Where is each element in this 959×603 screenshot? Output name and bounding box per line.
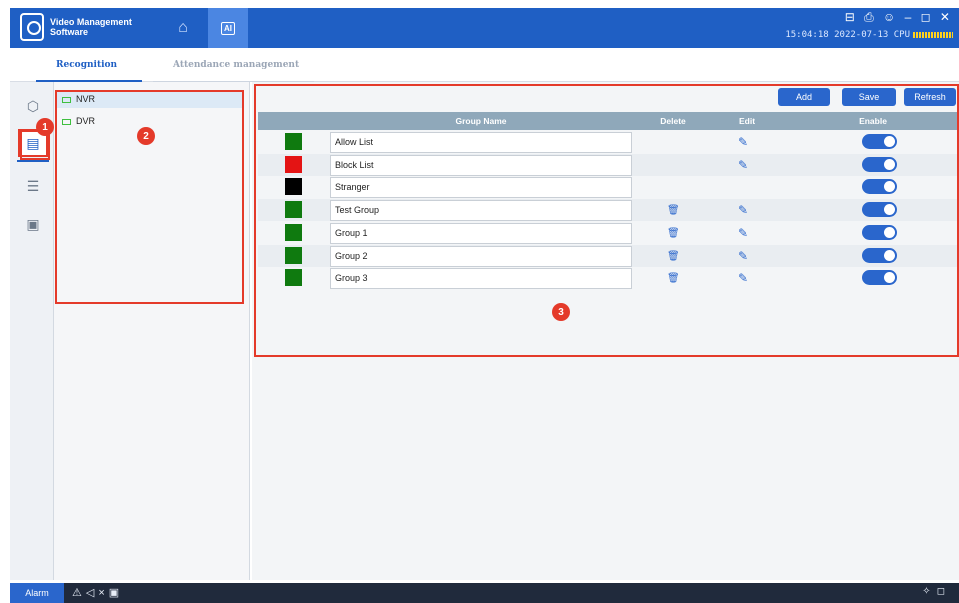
list-icon[interactable]: ☰ [18,172,48,200]
group-name-cell: Group 2 [330,245,632,267]
group-color-swatch [285,223,302,241]
edit-icon[interactable]: ✎ [738,158,748,172]
title-bar: Video Management Software ⌂ AI ⊟ ⎙ ☺ – ◻… [10,8,959,48]
group-name-cell: Group 1 [330,222,632,244]
save-button[interactable]: Save [842,88,896,106]
status-time: 15:04:18 [785,30,829,40]
device-tree: NVR DVR [54,82,250,580]
edit-icon[interactable]: ✎ [738,226,748,240]
table-row[interactable]: Block List ✎ [258,153,959,176]
enable-toggle[interactable] [862,224,897,240]
delete-icon[interactable]: 🗑 [667,205,680,216]
group-color-swatch [285,201,302,219]
left-rail: ⬡ ▤ ☰ ▣ [10,82,54,580]
callout-badge-1: 1 [36,118,54,136]
group-name-cell: Group 3 [330,268,632,290]
group-name-cell: Allow List [330,132,632,153]
group-panel: Add Save Refresh Group Name Delete Edit … [252,82,959,580]
group-color-swatch [285,133,302,150]
window-controls[interactable]: ⊟ ⎙ ☺ – ◻ ✕ [845,10,953,25]
table-row[interactable]: Group 1 🗑 ✎ [258,222,959,244]
speaker-lock-icon[interactable]: ⚠ [72,587,86,599]
enable-toggle[interactable] [862,179,897,195]
edit-icon[interactable]: ✎ [738,271,748,285]
ai-icon: AI [221,21,235,35]
group-name-cell: Stranger [330,177,632,199]
column-group-name: Group Name [455,116,507,126]
table-row[interactable]: Stranger [258,176,959,199]
edit-icon[interactable]: ✎ [738,135,748,149]
column-enable: Enable [859,116,887,126]
tab-attendance-management[interactable]: Attendance management [152,60,315,82]
tree-item-nvr[interactable]: NVR [56,90,242,108]
delete-icon[interactable]: 🗑 [667,228,680,239]
enable-toggle[interactable] [862,202,897,218]
group-color-swatch [285,178,302,196]
table-row[interactable]: Group 2 🗑 ✎ [258,244,959,267]
group-color-swatch [285,155,302,173]
edit-icon[interactable]: ✎ [738,203,748,217]
group-color-swatch [285,269,302,287]
column-delete: Delete [660,116,686,126]
table-row[interactable]: Group 3 🗑 ✎ [258,267,959,290]
pin-icon[interactable]: ✧ [922,586,936,597]
alarm-button[interactable]: Alarm [10,583,64,603]
home-icon[interactable]: ⌂ [168,14,198,42]
delete-icon[interactable]: 🗑 [667,251,680,262]
table-row[interactable]: Allow List ✎ [258,131,959,153]
screen-icon[interactable]: ▣ [109,587,123,599]
add-button[interactable]: Add [778,88,830,106]
tab-recognition[interactable]: Recognition [35,60,143,82]
app-title-line2: Software [50,27,89,37]
tree-item-label: DVR [76,116,96,126]
edit-icon[interactable]: ✎ [738,249,748,263]
device-icon [62,96,71,103]
table-header: Group Name Delete Edit Enable [258,112,959,130]
status-line: 15:04:18 2022-07-13 CPU [785,30,953,40]
status-date: 2022-07-13 [834,30,889,40]
enable-toggle[interactable] [862,247,897,263]
device-icon [62,118,71,125]
module-tabs: Recognition Attendance management [10,50,959,82]
box-icon[interactable]: ⬡ [18,92,48,120]
callout-badge-3: 3 [552,303,570,321]
mute-icon[interactable]: ◁× [86,587,109,599]
group-color-swatch [285,246,302,264]
enable-toggle[interactable] [862,134,897,149]
table-row[interactable]: Test Group 🗑 ✎ [258,199,959,222]
ai-module-tab[interactable]: AI [208,8,248,48]
group-name-cell: Block List [330,154,632,176]
bottom-tools: ⚠◁×▣ [72,586,123,599]
column-edit: Edit [738,116,756,126]
group-name-cell: Test Group [330,200,632,222]
app-title-line1: Video Management [50,17,132,27]
refresh-button[interactable]: Refresh [904,88,956,106]
callout-badge-2: 2 [137,127,155,145]
app-title: Video Management Software [50,17,160,37]
camera-logo-icon [20,13,44,41]
cpu-label: CPU [893,30,910,40]
cpu-meter [913,31,953,38]
enable-toggle[interactable] [862,156,897,172]
bottom-right-tools: ✧◻ [922,586,951,597]
tree-item-label: NVR [76,94,96,104]
person-card-icon[interactable]: ▣ [18,210,48,238]
enable-toggle[interactable] [862,270,897,286]
window-icon[interactable]: ◻ [937,586,951,597]
status-bar: Alarm ⚠◁×▣ ✧◻ [10,583,959,603]
delete-icon[interactable]: 🗑 [667,273,680,284]
